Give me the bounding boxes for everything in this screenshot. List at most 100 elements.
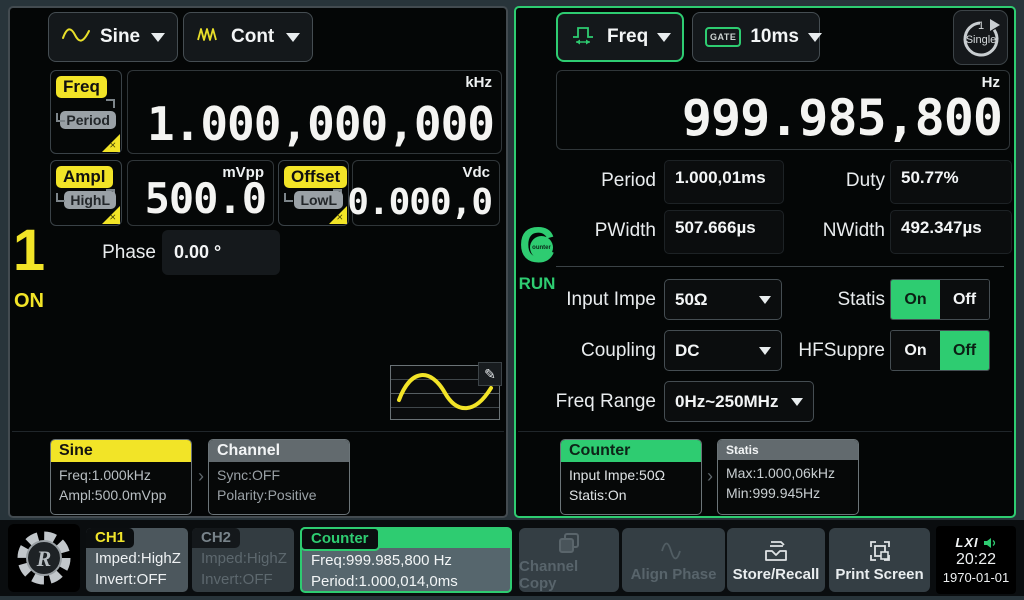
ampl-value-display[interactable]: mVpp 500.0 (127, 160, 274, 226)
waveform-select[interactable]: Sine (48, 12, 178, 62)
mode-select[interactable]: Cont (183, 12, 313, 62)
sine-card-line: Ampl:500.0mVpp (59, 485, 183, 505)
freq-measure-icon (570, 24, 598, 51)
offset-value-display[interactable]: Vdc 0.000,0 (352, 160, 500, 226)
freq-value-display[interactable]: kHz 1.000,000,000 (127, 70, 502, 154)
counter-summary-card[interactable]: Counter Input Impe:50Ω Statis:On (560, 439, 702, 515)
ch1-tab-title: CH1 (86, 528, 134, 548)
phase-field[interactable]: 0.00 ° (162, 230, 280, 275)
single-icon: 1 Single (957, 14, 1005, 62)
channel-on-badge: ON (10, 290, 48, 313)
print-screen-icon (867, 537, 893, 563)
period-value: 1.000,01ms (664, 160, 784, 204)
ampl-chip: Ampl (56, 166, 113, 188)
gate-time-select[interactable]: GATE 10ms (692, 12, 820, 62)
ch2-tab-title: CH2 (192, 528, 240, 548)
channel-copy-icon (556, 529, 582, 555)
coupling-select[interactable]: DC (664, 330, 782, 371)
hfsuppre-on-button[interactable]: On (891, 331, 940, 370)
offset-unit: Vdc (462, 164, 490, 181)
print-screen-button[interactable]: Print Screen (829, 528, 930, 592)
ch2-tab-line: Imped:HighZ (201, 549, 290, 570)
freq-range-label: Freq Range (516, 391, 656, 413)
sine-card-line: Freq:1.000kHz (59, 465, 183, 485)
counter-card-title: Counter (561, 440, 701, 462)
align-phase-label: Align Phase (631, 566, 717, 583)
edit-waveform-icon[interactable]: ✎ (478, 362, 502, 386)
gate-icon: GATE (705, 27, 741, 47)
freq-unit: kHz (465, 74, 492, 91)
corner-bracket (284, 193, 293, 202)
ampl-param-button[interactable]: Ampl HighL (50, 160, 122, 226)
offset-chip: Offset (284, 166, 347, 188)
system-settings-button[interactable]: R (8, 524, 80, 592)
tab-ch2[interactable]: CH2 Imped:HighZ Invert:OFF (192, 528, 294, 592)
align-phase-icon (659, 537, 689, 563)
mode-select-label: Cont (231, 26, 277, 48)
channel-summary-area: Sine Freq:1.000kHz Ampl:500.0mVpp › Chan… (12, 431, 504, 514)
beeper-icon (983, 537, 997, 549)
statis-toggle: On Off (890, 279, 990, 320)
ch1-tab-line: Invert:OFF (95, 570, 184, 591)
channel-number: 1 (10, 222, 48, 280)
hfsuppre-off-button[interactable]: Off (940, 331, 989, 370)
gear-icon: R (14, 528, 74, 588)
channel-card-title: Channel (209, 440, 349, 462)
statis-label: Statis (797, 289, 885, 311)
align-phase-button[interactable]: Align Phase (622, 528, 725, 592)
corner-bracket (56, 193, 65, 202)
bottom-bar: R CH1 Imped:HighZ Invert:OFF CH2 Imped:H… (0, 520, 1024, 596)
channel-summary-card[interactable]: Channel Sync:OFF Polarity:Positive (208, 439, 350, 515)
input-corner-icon (102, 206, 120, 224)
chevron-down-icon (657, 33, 671, 42)
chevron-right-icon: › (707, 466, 713, 487)
phase-value: 0.00 ° (174, 242, 221, 263)
pwidth-label: PWidth (516, 220, 656, 242)
gate-time-label: 10ms (750, 26, 799, 48)
print-screen-label: Print Screen (835, 566, 923, 583)
instrument-screen: 1 ON Sine Cont Freq Period kHz (0, 0, 1024, 600)
chevron-down-icon (151, 33, 165, 42)
store-recall-button[interactable]: Store/Recall (727, 528, 825, 592)
svg-text:R: R (36, 546, 52, 571)
input-impe-select[interactable]: 50Ω (664, 279, 782, 320)
counter-tab-line: Freq:999.985,800 Hz (311, 551, 506, 572)
chevron-down-icon (286, 33, 300, 42)
freq-range-select[interactable]: 0Hz~250MHz (664, 381, 814, 422)
ch2-tab-line: Invert:OFF (201, 570, 290, 591)
channel-copy-button[interactable]: Channel Copy (519, 528, 619, 592)
offset-param-button[interactable]: Offset LowL (278, 160, 349, 226)
sine-summary-card[interactable]: Sine Freq:1.000kHz Ampl:500.0mVpp (50, 439, 192, 515)
waveform-preview[interactable]: ✎ (390, 365, 500, 420)
store-recall-icon (763, 537, 789, 563)
tab-ch1[interactable]: CH1 Imped:HighZ Invert:OFF (86, 528, 188, 592)
svg-text:1: 1 (977, 20, 983, 32)
chevron-down-icon (759, 296, 771, 304)
statis-on-button[interactable]: On (891, 280, 940, 319)
chevron-down-icon (791, 398, 803, 406)
offset-value: 0.000,0 (347, 182, 492, 223)
svg-text:Single: Single (965, 34, 996, 46)
chevron-down-icon (808, 33, 822, 42)
counter-card-line: Statis:On (569, 485, 693, 505)
statis-card-line: Min:999.945Hz (726, 483, 850, 503)
nwidth-value: 492.347µs (890, 210, 1012, 254)
statis-summary-card[interactable]: Statis Max:1.000,06kHz Min:999.945Hz (717, 439, 859, 515)
sine-card-title: Sine (51, 440, 191, 462)
period-alt-chip: Period (60, 111, 116, 129)
counter-function-select[interactable]: Freq (556, 12, 684, 62)
counter-value: 999.985,800 (682, 89, 1002, 147)
sine-icon (61, 26, 91, 49)
channel-copy-label: Channel Copy (519, 558, 619, 592)
freq-param-button[interactable]: Freq Period (50, 70, 122, 154)
tab-counter[interactable]: Counter Freq:999.985,800 Hz Period:1.000… (300, 527, 512, 593)
section-divider (556, 266, 1004, 267)
nwidth-label: NWidth (797, 220, 885, 242)
hfsuppre-label: HFSuppre (797, 340, 885, 362)
statis-off-button[interactable]: Off (940, 280, 989, 319)
pwidth-value: 507.666µs (664, 210, 784, 254)
channel-card-line: Sync:OFF (217, 465, 341, 485)
counter-card-line: Input Impe:50Ω (569, 465, 693, 485)
single-trigger-button[interactable]: 1 Single (953, 10, 1008, 65)
counter-panel: C ounter RUN Freq GATE 10ms (514, 6, 1016, 518)
